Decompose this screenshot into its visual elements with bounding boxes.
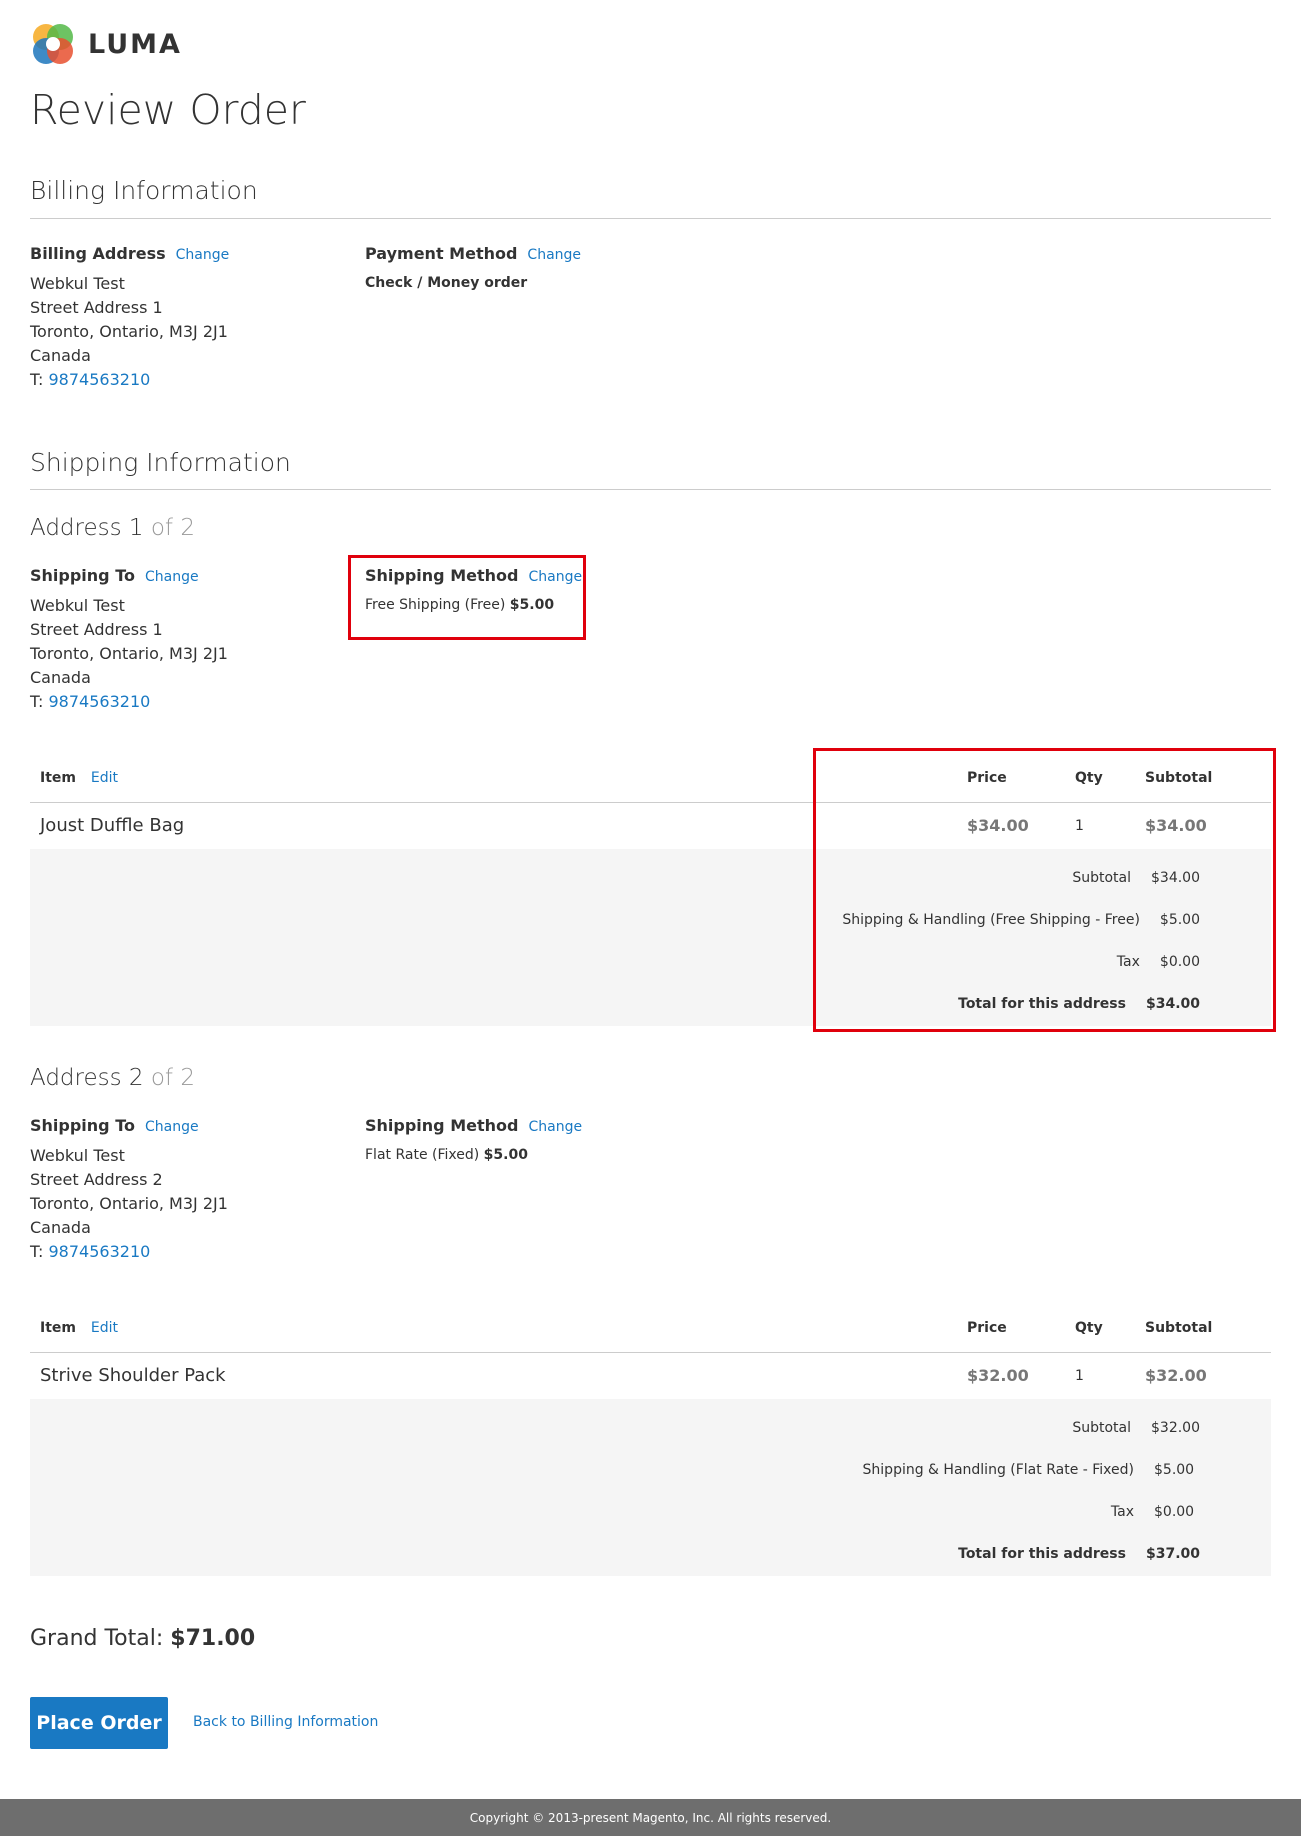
col-price-header: Price <box>940 1305 1065 1353</box>
address-2-shipping-method-price: $5.00 <box>483 1147 528 1163</box>
address-2-shipping-method-change-link[interactable]: Change <box>528 1119 582 1135</box>
billing-line-street: Street Address 1 <box>30 298 163 317</box>
billing-line-country: Canada <box>30 346 91 365</box>
col-item-label: Item <box>40 1320 76 1337</box>
billing-address-change-link[interactable]: Change <box>176 247 230 263</box>
address-1-ship-to-label: Shipping To <box>30 566 135 585</box>
page-title: Review Order <box>30 86 306 134</box>
address-2-line-country: Canada <box>30 1218 91 1237</box>
billing-phone-link[interactable]: 9874563210 <box>49 370 151 389</box>
brand-name: LUMA <box>88 28 182 60</box>
address-1-title: Address 1 of 2 <box>30 515 195 541</box>
footer-copyright: Copyright © 2013-present Magento, Inc. A… <box>469 1810 832 1825</box>
footer: Copyright © 2013-present Magento, Inc. A… <box>0 1799 1301 1836</box>
address-2-subtotal-row: Subtotal $32.00 <box>700 1420 1200 1436</box>
address-2-of: of 2 <box>150 1065 195 1091</box>
address-1-phone-link[interactable]: 9874563210 <box>49 692 151 711</box>
shipping-divider <box>30 489 1271 490</box>
item-price: $32.00 <box>940 1352 1065 1400</box>
address-2-line-street: Street Address 2 <box>30 1170 163 1189</box>
address-1-line-name: Webkul Test <box>30 596 125 615</box>
address-2-tax-value: $0.00 <box>1154 1504 1195 1520</box>
address-2-line-name: Webkul Test <box>30 1146 125 1165</box>
place-order-button[interactable]: Place Order <box>30 1697 168 1749</box>
luma-logo[interactable]: LUMA <box>30 20 230 68</box>
item-name: Strive Shoulder Pack <box>30 1352 940 1400</box>
highlight-box-totals <box>813 748 1276 1032</box>
address-1-line-city: Toronto, Ontario, M3J 2J1 <box>30 644 228 663</box>
address-2-items-table: Item Edit Price Qty Subtotal Strive Shou… <box>30 1305 1271 1400</box>
address-2-shipping-row: Shipping & Handling (Flat Rate - Fixed) … <box>700 1462 1200 1478</box>
address-2-shipping-value: $5.00 <box>1154 1462 1195 1478</box>
col-item-label: Item <box>40 770 76 787</box>
billing-phone-prefix: T: <box>30 370 44 389</box>
address-2-tax-label: Tax <box>1110 1504 1134 1520</box>
luma-logo-icon <box>33 24 73 64</box>
address-2-line-city: Toronto, Ontario, M3J 2J1 <box>30 1194 228 1213</box>
address-2-phone-link[interactable]: 9874563210 <box>49 1242 151 1261</box>
table-header-row: Item Edit Price Qty Subtotal <box>30 1305 1271 1353</box>
address-2-shipping-label: Shipping & Handling (Flat Rate - Fixed) <box>862 1462 1134 1478</box>
address-2-title-text: Address 2 <box>30 1065 144 1091</box>
grand-total-value: $71.00 <box>170 1626 256 1651</box>
address-2-total-row: Total for this address $37.00 <box>700 1546 1200 1562</box>
payment-method-label: Payment Method <box>365 244 518 263</box>
col-qty-header: Qty <box>1065 1305 1135 1353</box>
highlight-box-shipping-method <box>348 555 586 640</box>
address-2-subtotal-label: Subtotal <box>1072 1420 1131 1436</box>
address-1-ship-to-block: Shipping To Change Webkul Test Street Ad… <box>30 566 228 714</box>
shipping-section-title: Shipping Information <box>30 448 291 477</box>
col-item-header: Item Edit <box>30 1305 940 1353</box>
billing-line-city: Toronto, Ontario, M3J 2J1 <box>30 322 228 341</box>
address-1-edit-link[interactable]: Edit <box>91 770 118 786</box>
billing-address-label: Billing Address <box>30 244 166 263</box>
address-1-line-street: Street Address 1 <box>30 620 163 639</box>
address-1-phone-prefix: T: <box>30 692 44 711</box>
item-subtotal: $32.00 <box>1135 1352 1271 1400</box>
billing-section-title: Billing Information <box>30 176 258 205</box>
address-1-line-country: Canada <box>30 668 91 687</box>
grand-total-label: Grand Total: <box>30 1626 164 1651</box>
address-2-ship-to-label: Shipping To <box>30 1116 135 1135</box>
table-row: Strive Shoulder Pack $32.00 1 $32.00 <box>30 1352 1271 1400</box>
col-subtotal-header: Subtotal <box>1135 1305 1271 1353</box>
payment-method-change-link[interactable]: Change <box>527 247 581 263</box>
address-2-ship-to-change-link[interactable]: Change <box>145 1119 199 1135</box>
payment-method-value: Check / Money order <box>365 275 528 291</box>
payment-method-block: Payment Method Change Check / Money orde… <box>365 244 581 291</box>
address-2-edit-link[interactable]: Edit <box>91 1320 118 1336</box>
back-to-billing-link[interactable]: Back to Billing Information <box>193 1714 378 1730</box>
billing-address-block: Billing Address Change Webkul Test Stree… <box>30 244 229 392</box>
address-1-title-text: Address 1 <box>30 515 144 541</box>
address-1-of: of 2 <box>150 515 195 541</box>
col-item-header: Item Edit <box>30 755 940 803</box>
address-1-ship-to-change-link[interactable]: Change <box>145 569 199 585</box>
address-2-shipping-method-text: Flat Rate (Fixed) <box>365 1147 480 1163</box>
billing-line-name: Webkul Test <box>30 274 125 293</box>
address-2-tax-row: Tax $0.00 <box>700 1504 1200 1520</box>
item-qty: 1 <box>1065 1352 1135 1400</box>
address-2-phone-prefix: T: <box>30 1242 44 1261</box>
address-2-ship-to-block: Shipping To Change Webkul Test Street Ad… <box>30 1116 228 1264</box>
item-name: Joust Duffle Bag <box>30 802 940 850</box>
address-2-title: Address 2 of 2 <box>30 1065 195 1091</box>
address-2-shipping-method-block: Shipping Method Change Flat Rate (Fixed)… <box>365 1116 582 1163</box>
address-2-subtotal-value: $32.00 <box>1151 1420 1200 1436</box>
address-2-shipping-method-label: Shipping Method <box>365 1116 519 1135</box>
address-2-total-value: $37.00 <box>1145 1546 1200 1562</box>
address-2-total-label: Total for this address <box>958 1546 1126 1562</box>
billing-divider <box>30 218 1271 219</box>
grand-total: Grand Total: $71.00 <box>30 1626 255 1651</box>
